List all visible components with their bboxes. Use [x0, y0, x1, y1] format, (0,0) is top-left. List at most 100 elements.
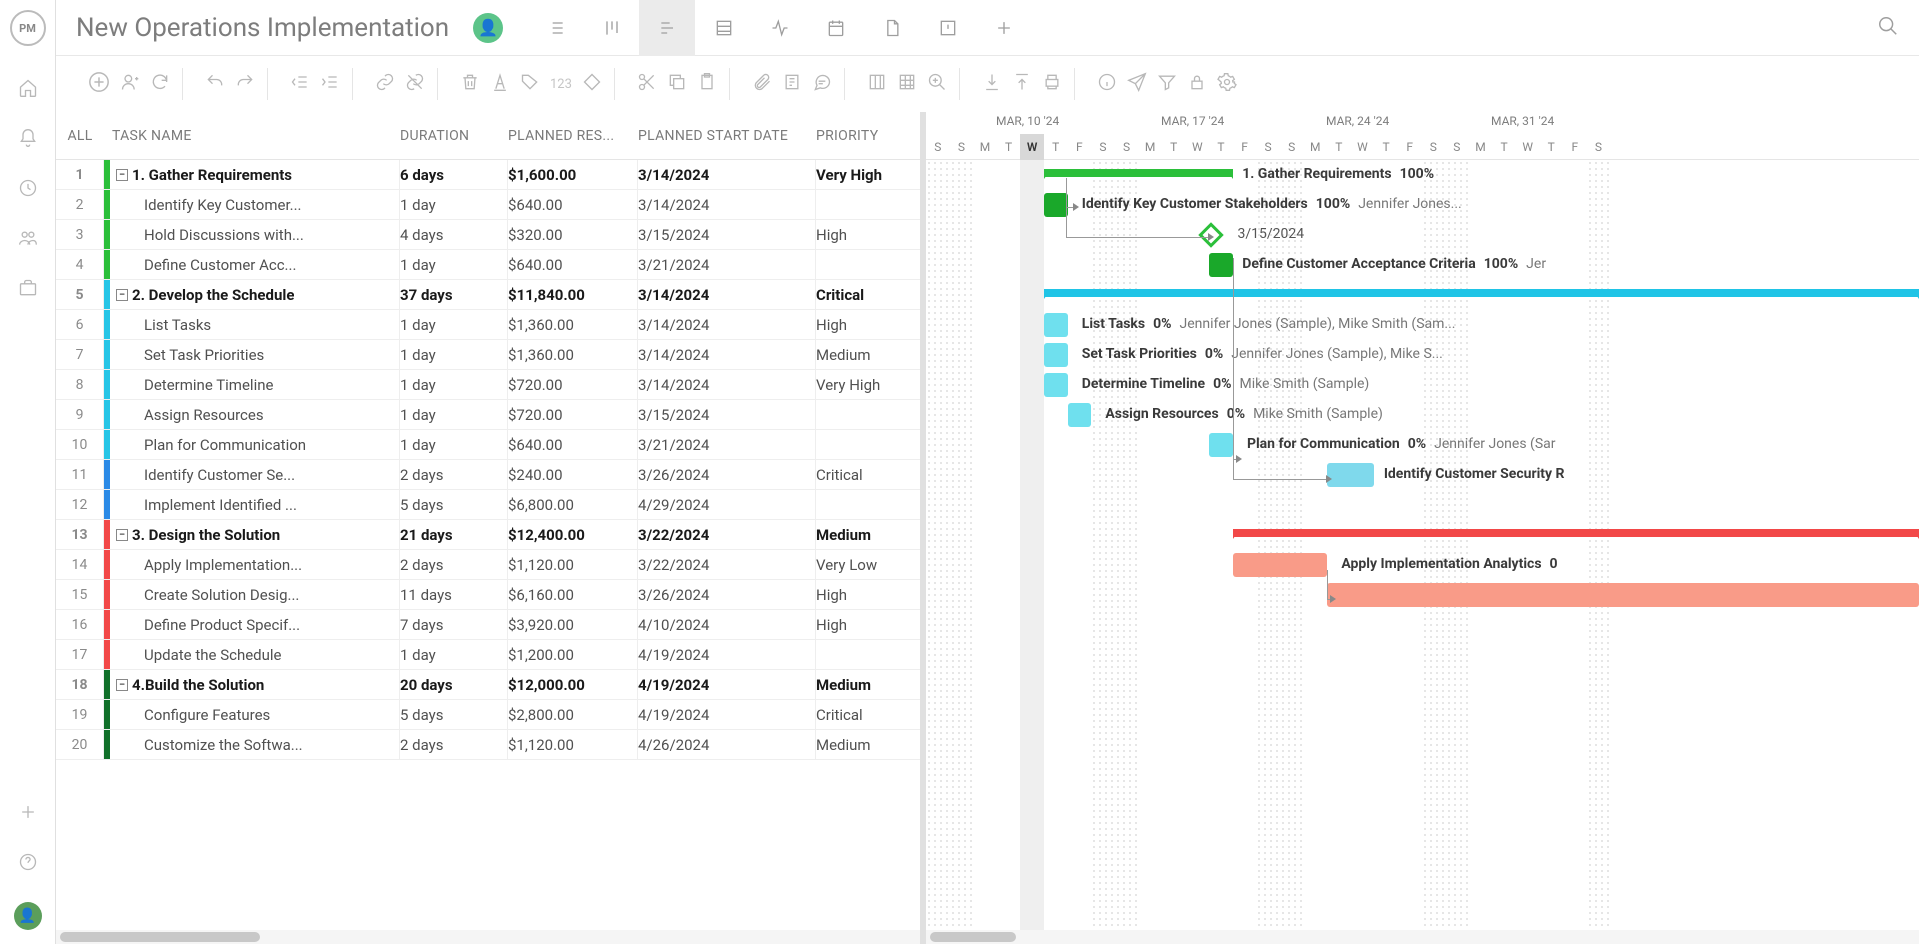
view-file[interactable]: [863, 0, 919, 56]
gantt-row[interactable]: [926, 610, 1919, 640]
paste-icon[interactable]: [697, 72, 717, 96]
briefcase-icon[interactable]: [18, 278, 38, 302]
unlink-icon[interactable]: [405, 72, 425, 96]
view-gantt[interactable]: [639, 0, 695, 56]
columns-icon[interactable]: [867, 72, 887, 96]
col-all[interactable]: ALL: [56, 128, 104, 144]
link-icon[interactable]: [375, 72, 395, 96]
gantt-row[interactable]: [926, 640, 1919, 670]
table-row[interactable]: 2Identify Key Customer...1 day$640.003/1…: [56, 190, 920, 220]
col-cost[interactable]: PLANNED RES...: [508, 128, 638, 144]
collapse-icon[interactable]: −: [116, 169, 128, 181]
gantt-hscroll[interactable]: [926, 930, 1919, 944]
table-row[interactable]: 1−1. Gather Requirements6 days$1,600.003…: [56, 160, 920, 190]
export-icon[interactable]: [1012, 72, 1032, 96]
table-row[interactable]: 16Define Product Specif...7 days$3,920.0…: [56, 610, 920, 640]
gantt-row[interactable]: Assign Resources0%Mike Smith (Sample): [926, 400, 1919, 430]
note-icon[interactable]: [782, 72, 802, 96]
table-row[interactable]: 6List Tasks1 day$1,360.003/14/2024High: [56, 310, 920, 340]
import-icon[interactable]: [982, 72, 1002, 96]
home-icon[interactable]: [18, 78, 38, 102]
app-logo[interactable]: PM: [10, 10, 46, 46]
lock-icon[interactable]: [1187, 72, 1207, 96]
help-icon[interactable]: [18, 852, 38, 876]
col-start[interactable]: PLANNED START DATE: [638, 128, 816, 144]
gantt-row[interactable]: 1. Gather Requirements100%: [926, 160, 1919, 190]
view-sheet[interactable]: [695, 0, 751, 56]
number-format[interactable]: 123: [550, 77, 572, 92]
gantt-row[interactable]: [926, 580, 1919, 610]
tag-icon[interactable]: [520, 72, 540, 96]
print-icon[interactable]: [1042, 72, 1062, 96]
search-icon[interactable]: [1877, 15, 1899, 41]
table-row[interactable]: 20Customize the Softwa...2 days$1,120.00…: [56, 730, 920, 760]
attach-icon[interactable]: [752, 72, 772, 96]
table-row[interactable]: 3Hold Discussions with...4 days$320.003/…: [56, 220, 920, 250]
table-row[interactable]: 5−2. Develop the Schedule37 days$11,840.…: [56, 280, 920, 310]
bell-icon[interactable]: [18, 128, 38, 152]
grid-hscroll[interactable]: [56, 930, 920, 944]
gantt-row[interactable]: Define Customer Acceptance Criteria100%J…: [926, 250, 1919, 280]
add-task-icon[interactable]: [88, 71, 110, 97]
table-row[interactable]: 10Plan for Communication1 day$640.003/21…: [56, 430, 920, 460]
settings-icon[interactable]: [1217, 72, 1237, 96]
collapse-icon[interactable]: −: [116, 289, 128, 301]
table-row[interactable]: 19Configure Features5 days$2,800.004/19/…: [56, 700, 920, 730]
gantt-row[interactable]: List Tasks0%Jennifer Jones (Sample), Mik…: [926, 310, 1919, 340]
indent-icon[interactable]: [320, 72, 340, 96]
col-priority[interactable]: PRIORITY: [816, 128, 916, 144]
copy-icon[interactable]: [667, 72, 687, 96]
refresh-icon[interactable]: [150, 72, 170, 96]
col-duration[interactable]: DURATION: [400, 128, 508, 144]
trash-icon[interactable]: [460, 72, 480, 96]
info-icon[interactable]: [1097, 72, 1117, 96]
gantt-row[interactable]: [926, 280, 1919, 310]
table-row[interactable]: 4Define Customer Acc...1 day$640.003/21/…: [56, 250, 920, 280]
cut-icon[interactable]: [637, 72, 657, 96]
table-row[interactable]: 18−4.Build the Solution20 days$12,000.00…: [56, 670, 920, 700]
table-row[interactable]: 13−3. Design the Solution21 days$12,400.…: [56, 520, 920, 550]
gantt-row[interactable]: Determine Timeline0%Mike Smith (Sample): [926, 370, 1919, 400]
view-calendar[interactable]: [807, 0, 863, 56]
assign-icon[interactable]: [120, 72, 140, 96]
collapse-icon[interactable]: −: [116, 679, 128, 691]
gantt-row[interactable]: [926, 490, 1919, 520]
redo-icon[interactable]: [235, 72, 255, 96]
col-taskname[interactable]: TASK NAME: [104, 128, 400, 144]
gantt-row[interactable]: [926, 670, 1919, 700]
comment-icon[interactable]: [812, 72, 832, 96]
table-row[interactable]: 9Assign Resources1 day$720.003/15/2024: [56, 400, 920, 430]
grid-icon[interactable]: [897, 72, 917, 96]
team-icon[interactable]: [18, 228, 38, 252]
view-add[interactable]: [975, 0, 1031, 56]
gantt-row[interactable]: Apply Implementation Analytics0: [926, 550, 1919, 580]
plus-icon[interactable]: [18, 802, 38, 826]
collapse-icon[interactable]: −: [116, 529, 128, 541]
user-avatar[interactable]: 👤: [14, 902, 42, 930]
gantt-row[interactable]: [926, 700, 1919, 730]
project-avatar[interactable]: 👤: [473, 13, 503, 43]
table-row[interactable]: 8Determine Timeline1 day$720.003/14/2024…: [56, 370, 920, 400]
view-board[interactable]: [583, 0, 639, 56]
gantt-body[interactable]: 1. Gather Requirements100%Identify Key C…: [926, 160, 1919, 930]
table-row[interactable]: 12Implement Identified ...5 days$6,800.0…: [56, 490, 920, 520]
table-row[interactable]: 17Update the Schedule1 day$1,200.004/19/…: [56, 640, 920, 670]
table-row[interactable]: 11Identify Customer Se...2 days$240.003/…: [56, 460, 920, 490]
gantt-row[interactable]: [926, 730, 1919, 760]
gantt-row[interactable]: Plan for Communication0%Jennifer Jones (…: [926, 430, 1919, 460]
zoom-icon[interactable]: [927, 72, 947, 96]
view-list[interactable]: [527, 0, 583, 56]
filter-icon[interactable]: [1157, 72, 1177, 96]
gantt-row[interactable]: Set Task Priorities0%Jennifer Jones (Sam…: [926, 340, 1919, 370]
text-format-icon[interactable]: [490, 72, 510, 96]
gantt-row[interactable]: Identify Customer Security R: [926, 460, 1919, 490]
milestone-icon[interactable]: [582, 72, 602, 96]
send-icon[interactable]: [1127, 72, 1147, 96]
view-workload[interactable]: [751, 0, 807, 56]
gantt-row[interactable]: [926, 520, 1919, 550]
undo-icon[interactable]: [205, 72, 225, 96]
table-row[interactable]: 15Create Solution Desig...11 days$6,160.…: [56, 580, 920, 610]
view-risk[interactable]: [919, 0, 975, 56]
clock-icon[interactable]: [18, 178, 38, 202]
table-row[interactable]: 7Set Task Priorities1 day$1,360.003/14/2…: [56, 340, 920, 370]
